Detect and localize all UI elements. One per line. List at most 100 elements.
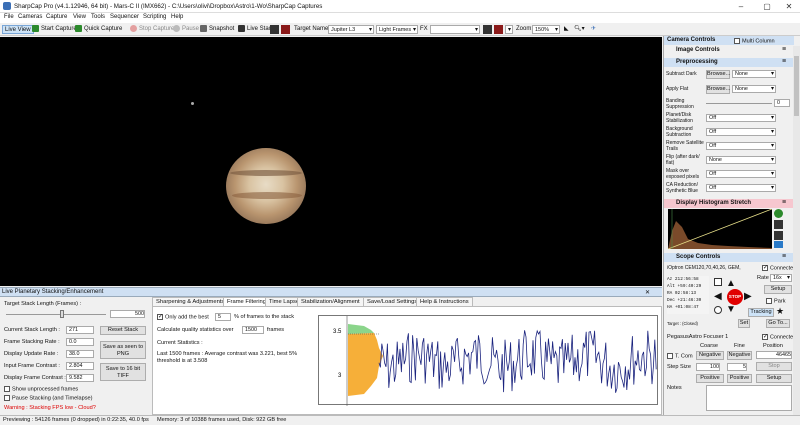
flip-label: Flip (after dark/ flat) (666, 154, 700, 166)
banding-value[interactable]: 0 (774, 99, 790, 107)
flip-select[interactable]: None (706, 156, 776, 164)
tracking-button[interactable]: Tracking (748, 308, 774, 317)
coarse-step-input[interactable]: 100 (696, 363, 720, 371)
goto-button[interactable]: Go To... (766, 319, 790, 328)
preprocessing-header[interactable]: Preprocessing (664, 58, 794, 67)
browse-dark-button[interactable]: Browse... (706, 70, 730, 79)
chart-icon[interactable]: ◣ (562, 25, 571, 34)
slew-south-icon[interactable]: ▼ (726, 305, 736, 315)
menu-file[interactable]: File (4, 14, 14, 20)
frame-type-select[interactable]: Light Frames (376, 25, 418, 34)
temp-comp-checkbox[interactable]: T. Com (667, 353, 693, 359)
menu-icon[interactable]: ≡ (782, 199, 789, 207)
coarse-negative-button[interactable]: Negative (696, 351, 724, 360)
magnifier-icon[interactable]: 🔍︎▾ (572, 25, 588, 34)
notes-textarea[interactable] (706, 385, 792, 411)
fx-select[interactable] (430, 25, 480, 34)
menu-icon[interactable]: ≡ (782, 58, 789, 66)
reset-stack-button[interactable]: Reset Stack (100, 326, 146, 335)
fine-step-input[interactable]: 5 (727, 363, 747, 371)
menu-sequencer[interactable]: Sequencer (110, 14, 139, 20)
reticle-toggle-icon[interactable] (281, 25, 290, 34)
focus-assist-icon[interactable] (494, 25, 503, 34)
current-stack-length-value: 271 (66, 326, 94, 334)
menu-cameras[interactable]: Cameras (18, 14, 42, 20)
menu-view[interactable]: View (73, 14, 86, 20)
panel-close-icon[interactable]: ✕ (645, 289, 650, 296)
scrollbar-thumb[interactable] (794, 56, 799, 116)
mount-stop-button[interactable]: STOP (727, 289, 743, 305)
menu-scripting[interactable]: Scripting (143, 14, 166, 20)
overlay-select[interactable] (505, 25, 513, 34)
park-checkbox[interactable]: Park (766, 298, 786, 304)
live-view-button[interactable]: Live View (2, 25, 34, 34)
save-tiff-button[interactable]: Save to 16 bit TIFF (100, 363, 146, 381)
target-name-input[interactable]: Jupiter L3 (328, 25, 374, 34)
jupiter-image (226, 148, 306, 224)
histogram-display[interactable] (668, 209, 772, 249)
live-view-area[interactable] (0, 37, 662, 286)
settings-icon[interactable] (774, 231, 783, 240)
apply-flat-select[interactable]: None (732, 85, 776, 93)
minimize-button[interactable]: – (730, 1, 752, 12)
show-unprocessed-checkbox[interactable]: Show unprocessed frames (4, 386, 78, 392)
y-tick-label: 3 (338, 373, 342, 379)
pin-icon[interactable]: ✈ (589, 25, 598, 34)
fine-positive-button[interactable]: Positive (727, 374, 752, 383)
focuser-stop-button[interactable]: Stop (756, 362, 792, 371)
stop-capture-button[interactable]: Stop Capture (128, 25, 176, 34)
only-add-best-checkbox[interactable]: Only add the best (157, 313, 209, 320)
stabilization-select[interactable]: Off (706, 114, 776, 122)
slew-north-icon[interactable]: ▲ (726, 279, 736, 289)
slew-west-icon[interactable]: ◀ (714, 292, 722, 302)
multi-column-checkbox[interactable]: Multi Column (734, 38, 775, 44)
menu-help[interactable]: Help (171, 14, 183, 20)
close-button[interactable]: ✕ (778, 1, 800, 12)
rate-select[interactable]: 16x (770, 274, 792, 282)
mount-setup-button[interactable]: Setup (764, 285, 792, 294)
star-icon[interactable]: ★ (776, 306, 784, 317)
pause-button[interactable]: Pause (171, 25, 201, 34)
fine-negative-button[interactable]: Negative (727, 351, 752, 360)
satellite-trails-select[interactable]: Off (706, 142, 776, 150)
calc-frames-input[interactable]: 1500 (242, 326, 264, 334)
reverse-ns-icon[interactable] (714, 278, 722, 286)
target-stack-length-input[interactable]: 500 (110, 310, 145, 318)
ca-reduction-select[interactable]: Off (706, 184, 776, 192)
snapshot-button[interactable]: Snapshot (198, 25, 236, 34)
center-target-icon[interactable] (714, 306, 722, 314)
auto-stretch-icon[interactable] (774, 209, 783, 218)
camera-controls-scrollbar[interactable] (793, 46, 800, 415)
browse-flat-button[interactable]: Browse... (706, 85, 730, 94)
menu-icon[interactable]: ≡ (782, 253, 789, 261)
set-target-button[interactable]: Set (738, 319, 750, 328)
zoom-select[interactable]: 150% (532, 25, 560, 34)
subtract-dark-select[interactable]: None (732, 70, 776, 78)
crosshair-icon[interactable] (483, 25, 492, 34)
slew-east-icon[interactable]: ▶ (744, 292, 752, 302)
image-controls-header[interactable]: Image Controls (664, 46, 794, 55)
start-capture-button[interactable]: Start Capture (30, 25, 79, 34)
stack-length-slider-track[interactable] (6, 314, 106, 315)
focuser-connected-checkbox[interactable]: Connected (762, 333, 796, 340)
histogram-stretch-header[interactable]: Display Histogram Stretch (664, 199, 794, 208)
coarse-positive-button[interactable]: Positive (696, 374, 724, 383)
mount-connected-checkbox[interactable]: Connected (762, 264, 796, 271)
background-subtraction-select[interactable]: Off (706, 128, 776, 136)
banding-slider[interactable] (706, 103, 772, 104)
focuser-setup-button[interactable]: Setup (756, 374, 792, 383)
maximize-button[interactable]: ▢ (756, 1, 778, 12)
quick-capture-button[interactable]: Quick Capture (73, 25, 124, 34)
stack-length-slider-handle[interactable] (60, 310, 64, 318)
menu-icon[interactable]: ≡ (782, 46, 789, 54)
menu-capture[interactable]: Capture (46, 14, 67, 20)
pause-stacking-checkbox[interactable]: Pause Stacking (and Timelapse) (4, 395, 93, 401)
histogram-toggle-icon[interactable] (270, 25, 279, 34)
scope-controls-header[interactable]: Scope Controls (664, 253, 794, 262)
best-percent-input[interactable]: 5 (215, 313, 231, 321)
mask-overexposed-select[interactable]: Off (706, 170, 776, 178)
menu-tools[interactable]: Tools (91, 14, 105, 20)
save-stretch-icon[interactable] (774, 241, 783, 248)
save-png-button[interactable]: Save as seen to PNG (100, 341, 146, 359)
reset-stretch-icon[interactable] (774, 220, 783, 229)
